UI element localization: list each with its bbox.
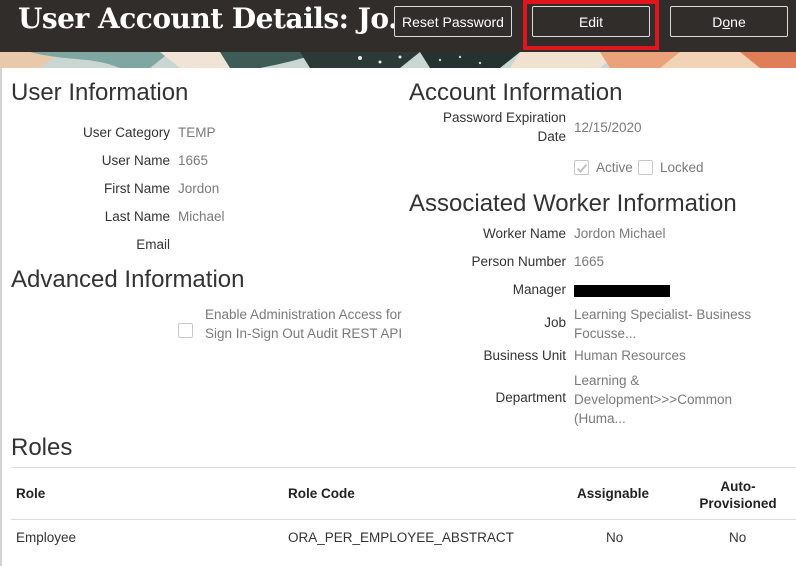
user-name-label: User Name: [101, 153, 170, 168]
person-number-label: Person Number: [471, 254, 566, 269]
department-value-line1: Learning &: [574, 373, 640, 388]
password-expiration-label-line2: Date: [537, 129, 566, 144]
job-label: Job: [544, 315, 566, 330]
locked-checkbox[interactable]: [638, 160, 653, 175]
worker-name-value: Jordon Michael: [574, 226, 666, 241]
account-information-title: Account Information: [409, 79, 623, 106]
done-button-label: oDone: [712, 13, 746, 30]
person-number-value: 1665: [574, 254, 605, 269]
department-label: Department: [495, 390, 566, 405]
admin-access-label: Enable Administration Access for Sign In…: [205, 307, 403, 341]
first-name-value: Jordon: [178, 181, 220, 196]
col-header-role-code[interactable]: Role Code: [288, 486, 355, 501]
auto-provisioned-cell: No: [729, 530, 747, 545]
password-expiration-value: 12/15/2020: [574, 120, 642, 135]
page-header: User Account Details: Jo... Reset Passwo…: [0, 0, 796, 68]
assignable-cell: No: [606, 530, 624, 545]
user-name-value: 1665: [178, 153, 209, 168]
col-header-assignable[interactable]: Assignable: [577, 486, 649, 501]
last-name-label: Last Name: [104, 209, 170, 224]
first-name-label: First Name: [103, 181, 170, 196]
roles-title: Roles: [11, 434, 73, 461]
advanced-information-title: Advanced Information: [11, 266, 245, 293]
col-header-auto-line1: Auto-: [720, 479, 756, 494]
done-mnemonic-letter: o: [722, 13, 731, 30]
reset-password-button[interactable]: Reset Password: [394, 6, 512, 37]
department-value-line2: Development>>>Common: [574, 392, 732, 407]
user-information-title: User Information: [11, 79, 189, 106]
active-checkbox[interactable]: [574, 160, 589, 175]
roles-table-top-border: [11, 467, 796, 468]
password-expiration-label-line1: Password Expiration: [442, 110, 566, 125]
manager-label: Manager: [512, 282, 566, 297]
worker-name-label: Worker Name: [482, 226, 566, 241]
business-unit-label: Business Unit: [483, 348, 566, 363]
role-cell: Employee: [16, 530, 77, 545]
user-category-value: TEMP: [178, 125, 216, 140]
locked-label: Locked: [660, 160, 704, 175]
page-title: User Account Details: Jo...: [18, 2, 416, 35]
email-label: Email: [136, 237, 170, 252]
business-unit-value: Human Resources: [574, 348, 686, 363]
col-header-auto-provisioned[interactable]: Auto- Provisioned: [688, 478, 788, 512]
col-header-role[interactable]: Role: [16, 486, 45, 501]
department-value-line3: (Huma...: [574, 411, 626, 426]
col-header-auto-line2: Provisioned: [699, 496, 777, 511]
active-label: Active: [596, 160, 633, 175]
edit-button[interactable]: Edit: [532, 6, 650, 37]
left-border: [0, 68, 2, 566]
job-value: Learning Specialist- Business Focusse...: [574, 305, 751, 343]
department-value: Learning & Development>>>Common (Huma...: [574, 371, 732, 428]
manager-value-redacted: [574, 285, 670, 297]
done-button[interactable]: oDone: [670, 6, 788, 37]
worker-information-title: Associated Worker Information: [409, 190, 737, 217]
admin-access-checkbox[interactable]: [178, 323, 193, 338]
header-decorative-art: [0, 52, 796, 68]
user-category-label: User Category: [82, 125, 170, 140]
role-code-cell: ORA_PER_EMPLOYEE_ABSTRACT: [288, 530, 514, 545]
job-value-line2: Focusse...: [574, 326, 637, 341]
job-value-line1: Learning Specialist- Business: [574, 307, 752, 322]
check-icon: [576, 163, 588, 173]
last-name-value: Michael: [178, 209, 225, 224]
roles-table-header-border: [11, 519, 796, 520]
